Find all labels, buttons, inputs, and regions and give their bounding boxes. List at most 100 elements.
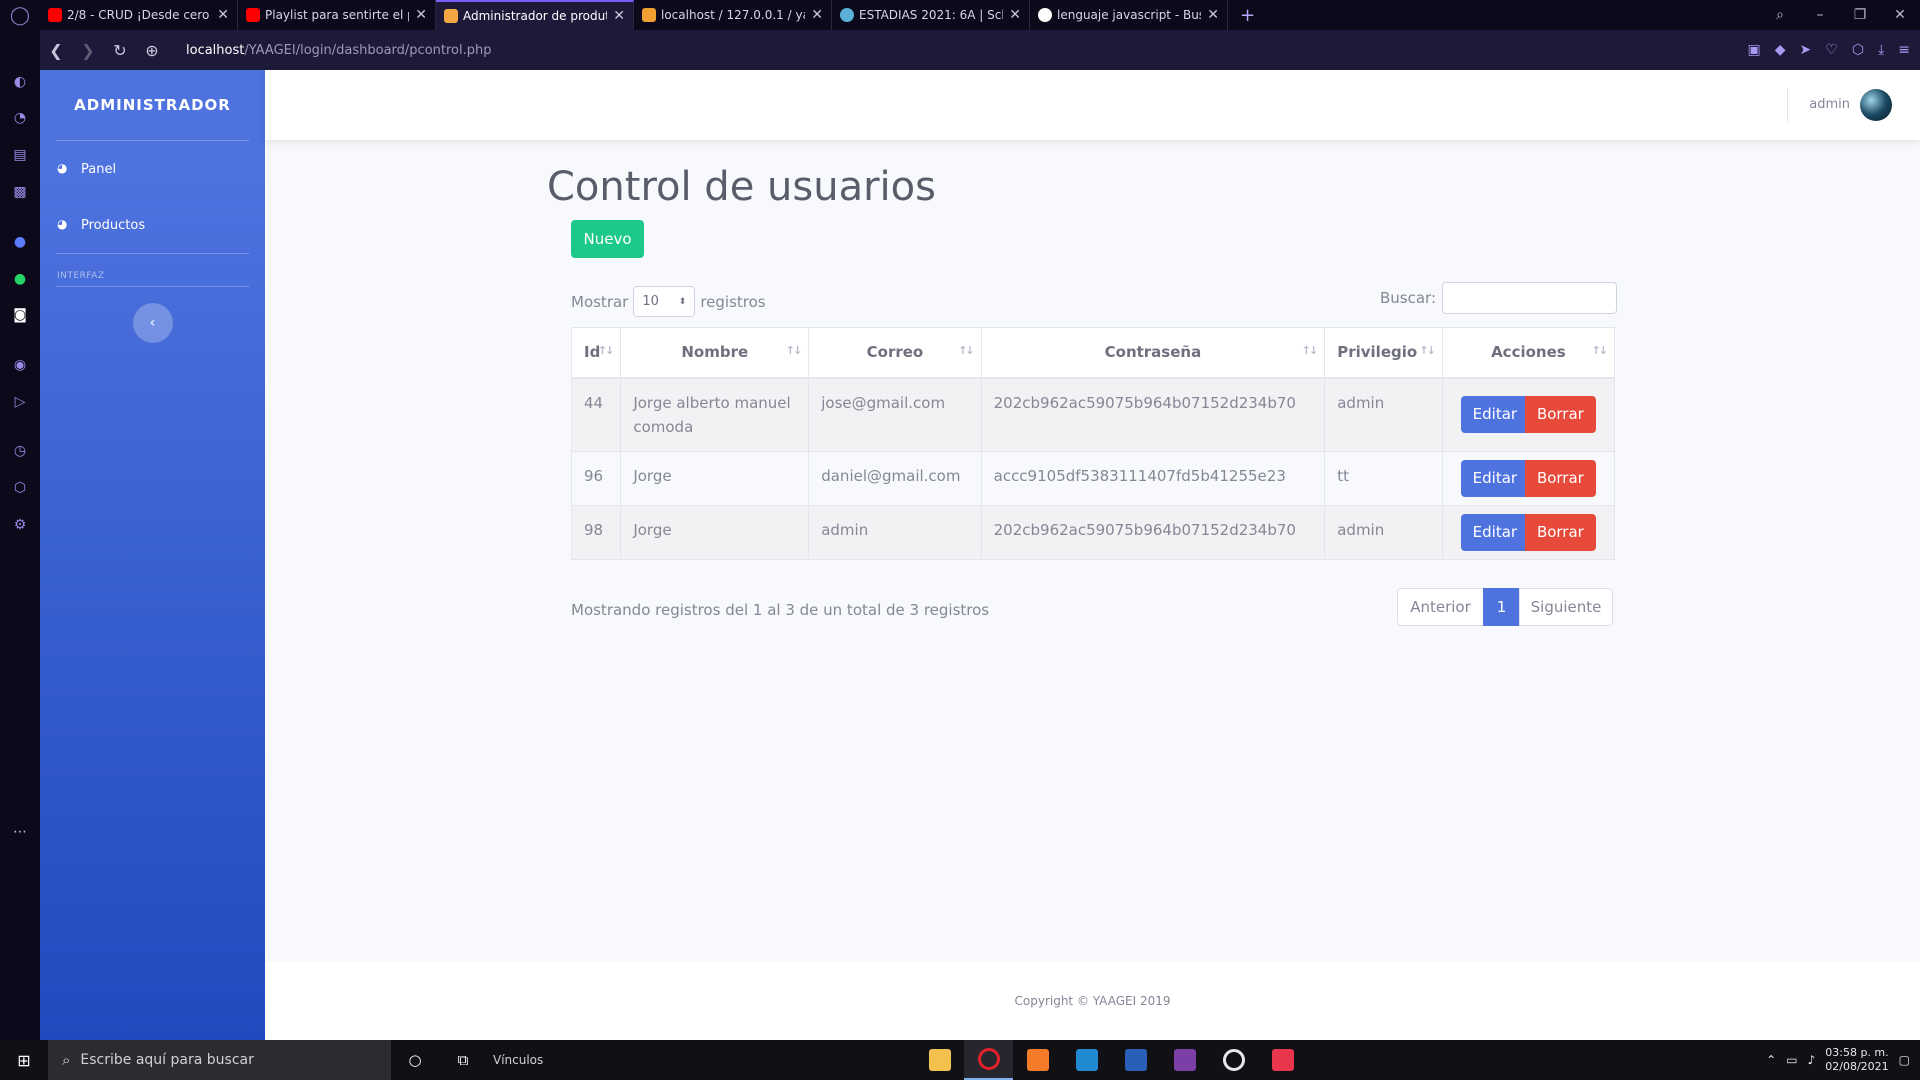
table-row: 44 Jorge alberto manuel comoda jose@gmai… (570, 377, 1616, 452)
close-tab-icon[interactable]: ✕ (811, 7, 823, 23)
extensions-icon[interactable]: ⬡ (1852, 42, 1864, 58)
length-select[interactable]: 10 ⬍ (633, 286, 696, 317)
xampp-icon[interactable] (1013, 1040, 1062, 1080)
history-icon[interactable]: ◷ (10, 441, 30, 461)
site-info-icon[interactable]: ⊕ (136, 41, 168, 60)
pagination-prev-button[interactable]: Anterior (1397, 588, 1484, 626)
word-icon[interactable] (1111, 1040, 1160, 1080)
new-tab-button[interactable]: + (1240, 5, 1255, 26)
bag-icon[interactable]: ▤ (10, 145, 30, 165)
delete-button[interactable]: Borrar (1524, 396, 1596, 433)
tab-search-icon[interactable]: ⌕ (1760, 7, 1800, 23)
flow-icon[interactable]: ➤ (1800, 42, 1812, 58)
player-icon[interactable]: ◉ (10, 355, 30, 375)
browser-tab[interactable]: lenguaje javascript - Buscar✕ (1030, 0, 1228, 30)
column-header-privilegio[interactable]: Privilegio ↑↓ (1324, 327, 1443, 379)
pagination-next-button[interactable]: Siguiente (1519, 588, 1613, 626)
heart-icon[interactable]: ♡ (1825, 42, 1838, 58)
sidebar-toggle-button[interactable]: ‹ (132, 303, 173, 343)
select-arrows-icon: ⬍ (678, 296, 687, 307)
gamepad-icon[interactable]: ◐ (10, 72, 30, 92)
whatsapp-icon[interactable]: ● (10, 269, 30, 289)
column-header-id[interactable]: Id ↑↓ (570, 327, 622, 379)
vpn-shield-icon[interactable]: ◆ (1775, 42, 1786, 58)
windows-start-icon[interactable]: ⊞ (0, 1040, 48, 1080)
cell-acciones: Editar Borrar (1441, 504, 1616, 560)
column-header-acciones[interactable]: Acciones ↑↓ (1441, 327, 1616, 379)
youtube-icon (48, 8, 62, 22)
opera-menu-icon[interactable]: ◯ (0, 0, 40, 30)
app-red-icon[interactable] (1258, 1040, 1307, 1080)
file-explorer-icon[interactable] (915, 1040, 964, 1080)
avatar[interactable] (1860, 89, 1892, 121)
column-header-nombre[interactable]: Nombre ↑↓ (620, 327, 810, 379)
network-icon[interactable]: ▭ (1786, 1053, 1797, 1067)
close-tab-icon[interactable]: ✕ (1207, 7, 1219, 23)
sidebar-brand[interactable]: ADMINISTRADOR (40, 70, 265, 140)
snapshot-icon[interactable]: ▣ (1748, 42, 1761, 58)
sidebar-item-productos[interactable]: ◕ Productos (40, 197, 265, 253)
clock[interactable]: 03:58 p. m. 02/08/2021 (1825, 1046, 1888, 1074)
settings-gear-icon[interactable]: ⚙ (10, 515, 30, 535)
back-icon[interactable]: ❮ (40, 41, 72, 60)
cube-icon[interactable]: ⬡ (10, 478, 30, 498)
cell-id: 96 (570, 450, 622, 506)
close-tab-icon[interactable]: ✕ (613, 8, 625, 24)
more-icon[interactable]: ⋯ (10, 822, 30, 842)
taskbar-search[interactable]: ⌕ Escribe aquí para buscar (48, 1040, 391, 1080)
terminal-icon[interactable] (1160, 1040, 1209, 1080)
url-field[interactable]: localhost/YAAGEI/login/dashboard/pcontro… (186, 43, 491, 58)
sidebar-item-panel[interactable]: ◕ Panel (40, 141, 265, 197)
taskbar-search-placeholder: Escribe aquí para buscar (80, 1052, 254, 1068)
edit-button[interactable]: Editar (1460, 459, 1529, 497)
close-window-icon[interactable]: ✕ (1880, 7, 1920, 23)
tray-chevron-icon[interactable]: ⌃ (1766, 1053, 1776, 1067)
table-row: 98 Jorge admin 202cb962ac59075b964b07152… (570, 504, 1616, 560)
cortana-icon[interactable]: ○ (391, 1040, 439, 1080)
google-icon (1038, 8, 1052, 22)
download-icon[interactable]: ⤓ (1878, 42, 1884, 58)
delete-button[interactable]: Borrar (1524, 513, 1596, 551)
speed-dial-icon[interactable]: ◔ (10, 108, 30, 128)
forward-icon[interactable]: ❯ (72, 41, 104, 60)
close-tab-icon[interactable]: ✕ (1009, 7, 1021, 23)
send-icon[interactable]: ▷ (10, 392, 30, 412)
vscode-icon[interactable] (1062, 1040, 1111, 1080)
logitech-icon[interactable] (1209, 1040, 1258, 1080)
cell-nombre: Jorge alberto manuel comoda (620, 377, 810, 452)
reload-icon[interactable]: ↻ (104, 41, 136, 60)
table-info: Mostrando registros del 1 al 3 de un tot… (571, 601, 990, 619)
minimize-icon[interactable]: – (1800, 7, 1840, 23)
restore-icon[interactable]: ❐ (1840, 7, 1880, 23)
notifications-icon[interactable]: ▢ (1899, 1053, 1910, 1067)
close-tab-icon[interactable]: ✕ (415, 7, 427, 23)
delete-button[interactable]: Borrar (1524, 459, 1596, 497)
edit-button[interactable]: Editar (1460, 396, 1529, 433)
browser-tab[interactable]: Playlist para sentirte el pers✕ (238, 0, 436, 30)
sidebar-item-label: Productos (81, 217, 146, 233)
column-header-correo[interactable]: Correo ↑↓ (808, 327, 982, 379)
new-user-button[interactable]: Nuevo (571, 220, 644, 258)
opera-icon[interactable] (964, 1040, 1013, 1080)
topbar-divider (1787, 88, 1788, 122)
browser-tab[interactable]: 2/8 - CRUD ¡Desde cero! - D✕ (40, 0, 238, 30)
messenger-icon[interactable]: ● (10, 232, 30, 252)
task-view-icon[interactable]: ⧉ (439, 1040, 487, 1080)
easy-setup-icon[interactable]: ≡ (1898, 42, 1910, 58)
user-name[interactable]: admin (1809, 97, 1850, 112)
discord-icon[interactable]: ◙ (10, 305, 30, 325)
links-toolbar[interactable]: Vínculos (493, 1053, 543, 1067)
cell-privilegio: admin (1324, 504, 1443, 560)
edit-button[interactable]: Editar (1460, 513, 1529, 551)
column-header-contrasena[interactable]: Contraseña ↑↓ (980, 327, 1326, 379)
twitch-icon[interactable]: ▩ (10, 182, 30, 202)
cell-nombre: Jorge (620, 450, 810, 506)
browser-tab-active[interactable]: Administrador de produtos✕ (436, 0, 634, 30)
search-input[interactable] (1442, 282, 1618, 314)
address-bar-actions: ▣ ◆ ➤ ♡ ⬡ ⤓ ≡ (1748, 30, 1910, 70)
pagination-page-button[interactable]: 1 (1483, 588, 1520, 626)
close-tab-icon[interactable]: ✕ (217, 7, 229, 23)
volume-icon[interactable]: ♪ (1808, 1053, 1816, 1067)
browser-tab[interactable]: ESTADIAS 2021: 6A | School✕ (832, 0, 1030, 30)
browser-tab[interactable]: localhost / 127.0.0.1 / yaag✕ (634, 0, 832, 30)
